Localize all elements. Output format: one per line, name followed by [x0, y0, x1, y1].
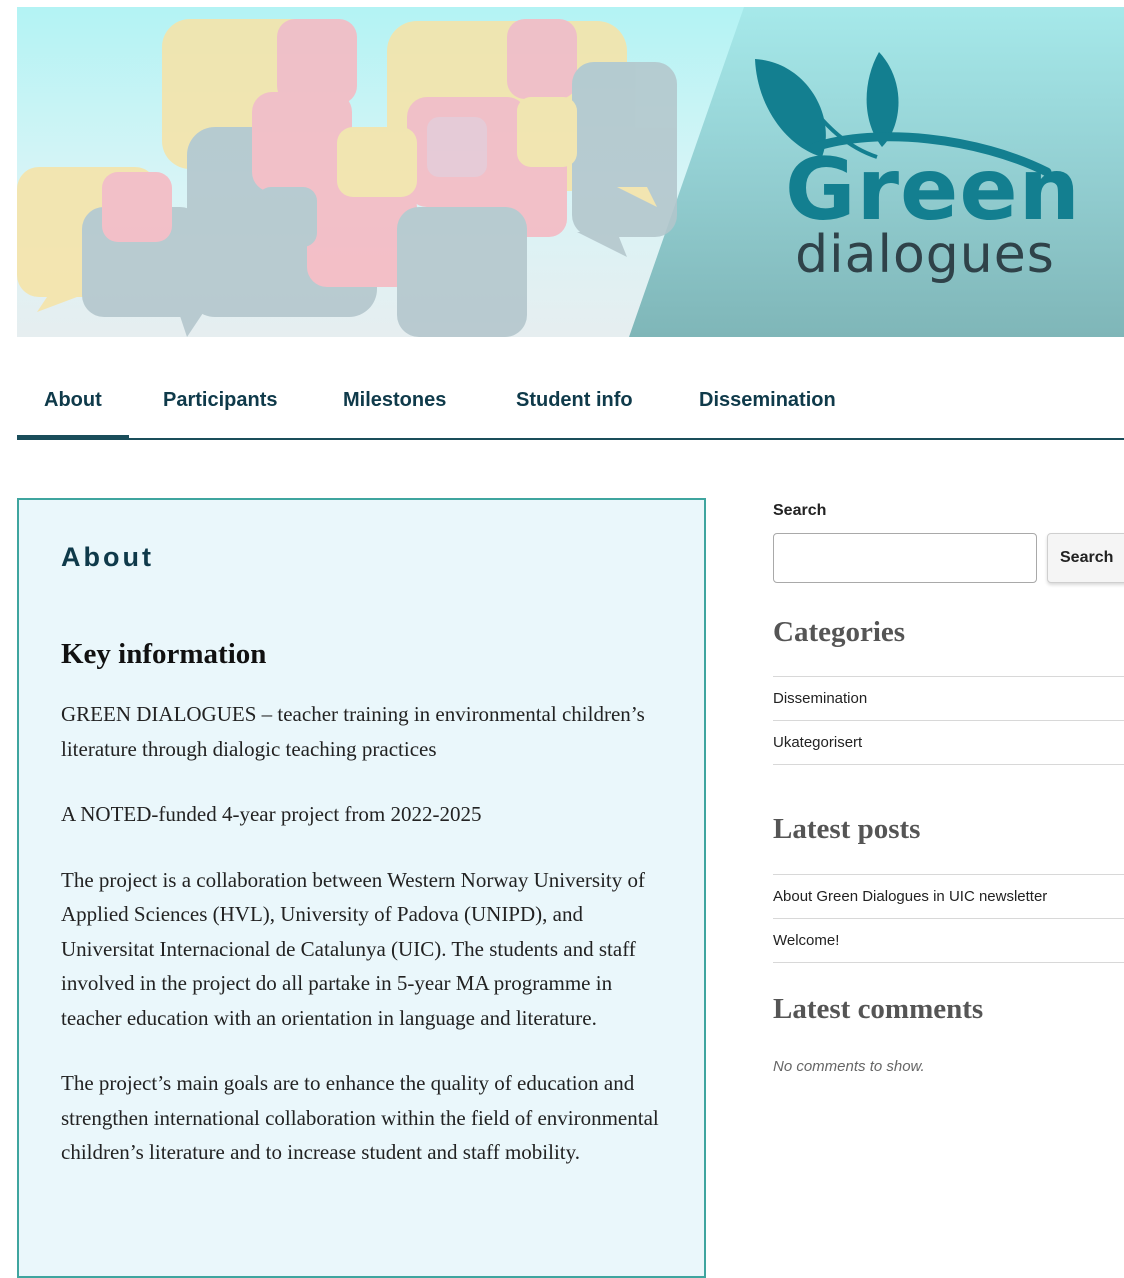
main-content-card: About Key information GREEN DIALOGUES – … [17, 498, 706, 1278]
paragraph-goals: The project’s main goals are to enhance … [61, 1071, 659, 1164]
nav-item-milestones[interactable]: Milestones [343, 370, 446, 438]
search-input[interactable] [773, 533, 1037, 583]
site-banner: Green dialogues [17, 7, 1124, 337]
nav-item-dissemination[interactable]: Dissemination [699, 370, 836, 438]
page-title: About [61, 542, 154, 572]
latest-posts-list: About Green Dialogues in UIC newsletter … [773, 874, 1124, 963]
article-body: GREEN DIALOGUES – teacher training in en… [61, 697, 671, 1201]
post-item[interactable]: About Green Dialogues in UIC newsletter [773, 874, 1124, 918]
paragraph-funding: A NOTED-funded 4-year project from 2022-… [61, 802, 482, 826]
latest-posts-title: Latest posts [773, 813, 921, 845]
search-label: Search [773, 502, 827, 519]
latest-comments-title: Latest comments [773, 993, 984, 1025]
search-button[interactable]: Search [1047, 533, 1124, 583]
nav-item-participants[interactable]: Participants [163, 370, 277, 438]
post-item[interactable]: Welcome! [773, 918, 1124, 963]
nav-item-student-info[interactable]: Student info [516, 370, 633, 438]
paragraph-collaboration: The project is a collaboration between W… [61, 867, 645, 1030]
no-comments-text: No comments to show. [773, 1058, 925, 1075]
nav-item-about[interactable]: About [17, 370, 129, 440]
banner-wordmark-green: Green [785, 140, 1081, 240]
categories-list: Dissemination Ukategorisert [773, 676, 1124, 765]
category-item[interactable]: Ukategorisert [773, 720, 1124, 765]
category-item[interactable]: Dissemination [773, 676, 1124, 720]
section-heading: Key information [61, 638, 267, 670]
paragraph-project-title: GREEN DIALOGUES – teacher training in en… [61, 702, 645, 761]
main-navigation: About Participants Milestones Student in… [17, 370, 1124, 440]
banner-wordmark-dialogues: dialogues [795, 225, 1055, 285]
categories-title: Categories [773, 616, 906, 648]
